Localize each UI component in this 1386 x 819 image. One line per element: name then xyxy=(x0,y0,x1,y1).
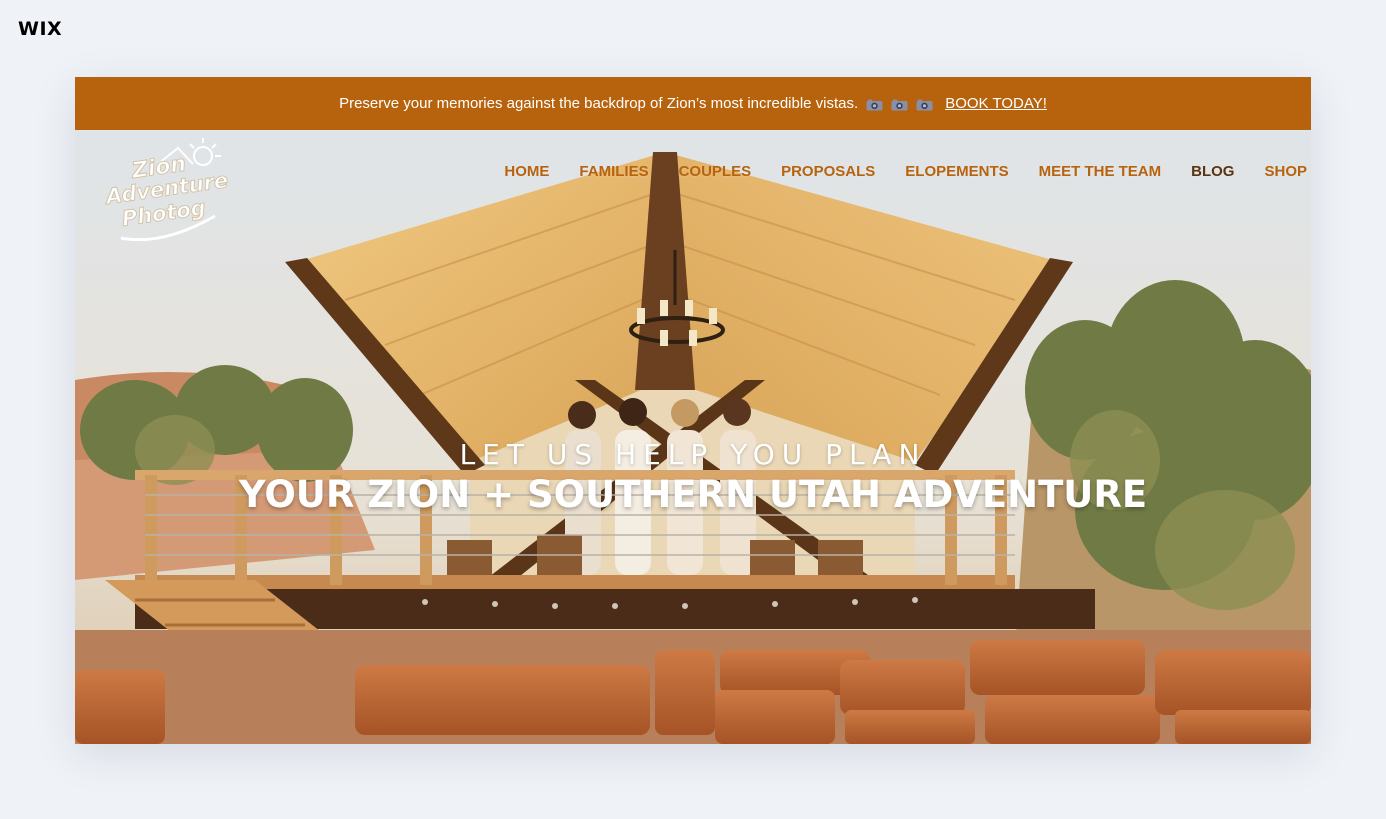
nav-proposals[interactable]: PROPOSALS xyxy=(781,163,875,180)
nav-couples[interactable]: COUPLES xyxy=(679,163,752,180)
nav-shop[interactable]: SHOP xyxy=(1264,163,1307,180)
hero-subtitle: LET US HELP YOU PLAN xyxy=(459,438,927,471)
wix-logo[interactable]: WIX xyxy=(18,18,62,40)
camera-icon xyxy=(916,99,933,110)
nav-home[interactable]: HOME xyxy=(504,163,549,180)
promo-text: Preserve your memories against the backd… xyxy=(339,95,859,112)
nav-blog[interactable]: BLOG xyxy=(1191,163,1234,180)
camera-icon xyxy=(891,99,908,110)
nav-elopements[interactable]: ELOPEMENTS xyxy=(905,163,1008,180)
site-logo[interactable]: Zion Adventure Photog xyxy=(103,134,239,244)
hero-background-photo xyxy=(75,130,1311,744)
hero-title: YOUR ZION + SOUTHERN UTAH ADVENTURE xyxy=(238,473,1148,516)
nav-families[interactable]: FAMILIES xyxy=(579,163,648,180)
hero-section: Zion Adventure Photog HOME FAMILIES COUP… xyxy=(75,130,1311,744)
website-preview: Preserve your memories against the backd… xyxy=(75,77,1311,744)
nav-meet-the-team[interactable]: MEET THE TEAM xyxy=(1039,163,1162,180)
main-navigation: HOME FAMILIES COUPLES PROPOSALS ELOPEMEN… xyxy=(504,163,1307,180)
promo-banner: Preserve your memories against the backd… xyxy=(75,77,1311,130)
camera-icon xyxy=(866,99,883,110)
book-today-link[interactable]: BOOK TODAY! xyxy=(945,95,1047,112)
